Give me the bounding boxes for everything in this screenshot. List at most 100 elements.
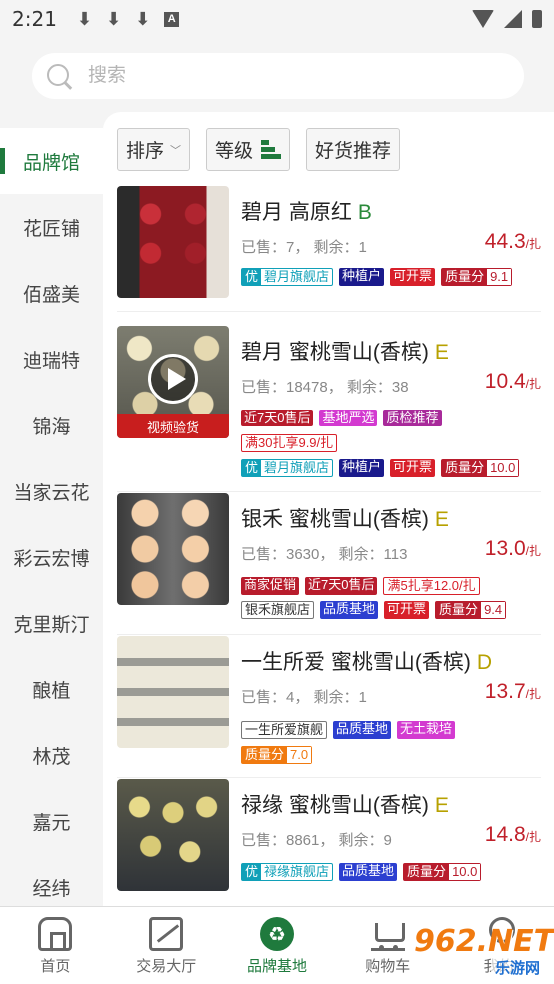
nav-label: 品牌基地: [246, 958, 307, 975]
notification-a-icon: A: [164, 11, 180, 27]
price: 14.8/扎: [484, 823, 541, 846]
tag-row: 优碧月旗舰店 种植户 可开票 质量分 10.0: [241, 459, 520, 477]
tag-row: 商家促销 近7天0售后 满5扎享12.0/扎: [241, 577, 480, 595]
quality-score-tag: 质量分 7.0: [241, 746, 313, 764]
tag: 质检推荐: [383, 410, 442, 426]
tag: 商家促销: [241, 577, 300, 595]
grade-bars-icon: [261, 139, 282, 160]
video-inspect-label[interactable]: 视频验货: [117, 414, 229, 438]
nav-label: 交易大厅: [136, 958, 197, 975]
product-title: 碧月 高原红 B: [241, 201, 372, 224]
tag: 可开票: [390, 459, 436, 477]
product-title: 禄缘 蜜桃雪山(香槟) E: [241, 794, 449, 817]
sales-info: 已售：4， 剩余：1: [241, 689, 367, 706]
promo-tag: 满5扎享12.0/扎: [383, 577, 480, 595]
sidebar-item[interactable]: 当家云花: [0, 458, 103, 524]
sidebar-item[interactable]: 锦海: [0, 392, 103, 458]
product-card[interactable]: 禄缘 蜜桃雪山(香槟) E 已售：8861， 剩余：9 14.8/扎 优禄缘旗舰店…: [117, 779, 541, 906]
tag: 基地严选: [319, 410, 378, 426]
shop-tag[interactable]: 优碧月旗舰店: [241, 459, 334, 477]
chevron-down-icon: ﹀: [170, 144, 182, 157]
sidebar-item-label: 品牌馆: [22, 152, 80, 174]
product-card[interactable]: 碧月 高原红 B 已售：7， 剩余：1 44.3/扎 优碧月旗舰店 种植户 可开票…: [117, 186, 541, 312]
filter-bar: 排序 ﹀ 等级 好货推荐: [117, 128, 401, 171]
shop-tag[interactable]: 一生所爱旗舰: [241, 721, 328, 739]
product-card[interactable]: 一生所爱 蜜桃雪山(香槟) D 已售：4， 剩余：1 13.7/扎 一生所爱旗舰 …: [117, 636, 541, 778]
price: 44.3/扎: [484, 230, 541, 253]
status-time: 2:21: [12, 7, 57, 31]
watermark-text: 962.NET: [414, 924, 554, 959]
product-image[interactable]: [117, 779, 229, 891]
grade-badge: E: [434, 341, 449, 364]
sidebar-item[interactable]: 迪瑞特: [0, 326, 103, 392]
shop-tag[interactable]: 银禾旗舰店: [241, 601, 315, 619]
tag-row: 近7天0售后 基地严选 质检推荐: [241, 410, 442, 426]
tag-row: 一生所爱旗舰 品质基地 无土栽培: [241, 721, 456, 739]
download-icon: ⬇: [135, 8, 151, 29]
tag: 品质基地: [333, 721, 392, 739]
sidebar-item[interactable]: 林茂: [0, 722, 103, 788]
nav-brand-base[interactable]: 品牌基地: [222, 907, 333, 984]
sidebar-item[interactable]: 佰盛美: [0, 260, 103, 326]
sales-info: 已售：3630， 剩余：113: [241, 546, 408, 563]
product-image[interactable]: [117, 636, 229, 748]
sidebar-item-label: 花匠铺: [22, 218, 80, 240]
watermark-logo: 962.NET 乐游网: [414, 924, 554, 978]
sidebar-item[interactable]: 花匠铺: [0, 194, 103, 260]
signal-icon: [504, 10, 522, 28]
sidebar-item[interactable]: 彩云宏博: [0, 524, 103, 590]
grade-badge: E: [434, 794, 449, 817]
grade-badge: D: [476, 651, 492, 674]
watermark-subtext: 乐游网: [490, 957, 544, 978]
sidebar-item-label: 锦海: [32, 416, 71, 438]
tag-row: 优碧月旗舰店 种植户 可开票 质量分 9.1: [241, 268, 513, 286]
product-title: 一生所爱 蜜桃雪山(香槟) D: [241, 651, 492, 674]
tag: 近7天0售后: [305, 577, 378, 595]
tag: 近7天0售后: [241, 410, 314, 426]
search-bar[interactable]: [32, 53, 524, 99]
tag: 品质基地: [339, 863, 398, 881]
recommend-label: 好货推荐: [315, 141, 392, 162]
product-image[interactable]: [117, 186, 229, 298]
quality-score-tag: 质量分 9.1: [441, 268, 513, 286]
sales-info: 已售：8861， 剩余：9: [241, 832, 392, 849]
status-bar: 2:21 ⬇ ⬇ ⬇ A: [0, 0, 554, 38]
search-input[interactable]: [88, 65, 488, 87]
product-title: 碧月 蜜桃雪山(香槟) E: [241, 341, 449, 364]
home-icon: [38, 917, 73, 951]
product-panel: 排序 ﹀ 等级 好货推荐 碧月 高原红 B 已售：7， 剩余：1 44.3/扎 优…: [103, 112, 554, 906]
sidebar-item[interactable]: 嘉元: [0, 788, 103, 854]
tag-row: 银禾旗舰店 品质基地 可开票 质量分 9.4: [241, 601, 507, 619]
promo-tag: 满30扎享9.9/扎: [241, 434, 338, 452]
grade-label: 等级: [215, 141, 254, 162]
sidebar-item-brand-hall[interactable]: 品牌馆: [0, 128, 103, 194]
grade-badge: B: [357, 201, 372, 224]
shop-tag[interactable]: 优碧月旗舰店: [241, 268, 334, 286]
price: 10.4/扎: [484, 370, 541, 393]
product-card[interactable]: 银禾 蜜桃雪山(香槟) E 已售：3630， 剩余：113 13.0/扎 商家促销…: [117, 493, 541, 635]
product-image[interactable]: [117, 493, 229, 605]
sidebar-item[interactable]: 酿植: [0, 656, 103, 722]
sidebar-item-label: 林茂: [32, 746, 71, 768]
sidebar-item-label: 经纬: [32, 878, 71, 900]
sidebar-item-label: 克里斯汀: [13, 614, 90, 636]
product-card[interactable]: 视频验货 碧月 蜜桃雪山(香槟) E 已售：18478， 剩余：38 10.4/扎…: [117, 326, 541, 492]
shop-tag[interactable]: 优禄缘旗舰店: [241, 863, 334, 881]
product-image[interactable]: 视频验货: [117, 326, 229, 438]
tag: 无土栽培: [397, 721, 456, 739]
nav-home[interactable]: 首页: [0, 907, 111, 984]
download-icon: ⬇: [106, 8, 122, 29]
brand-base-icon: [259, 917, 294, 951]
sidebar-item-label: 佰盛美: [22, 284, 80, 306]
nav-trading-hall[interactable]: 交易大厅: [111, 907, 222, 984]
sidebar-item[interactable]: 克里斯汀: [0, 590, 103, 656]
sales-info: 已售：7， 剩余：1: [241, 239, 367, 256]
tag: 种植户: [339, 268, 385, 286]
grade-badge: E: [434, 508, 449, 531]
quality-score-tag: 质量分 10.0: [403, 863, 482, 881]
sidebar-item-label: 酿植: [32, 680, 71, 702]
grade-button[interactable]: 等级: [206, 128, 291, 171]
play-icon[interactable]: [148, 354, 198, 404]
sort-button[interactable]: 排序 ﹀: [117, 128, 191, 171]
recommend-button[interactable]: 好货推荐: [306, 128, 401, 171]
